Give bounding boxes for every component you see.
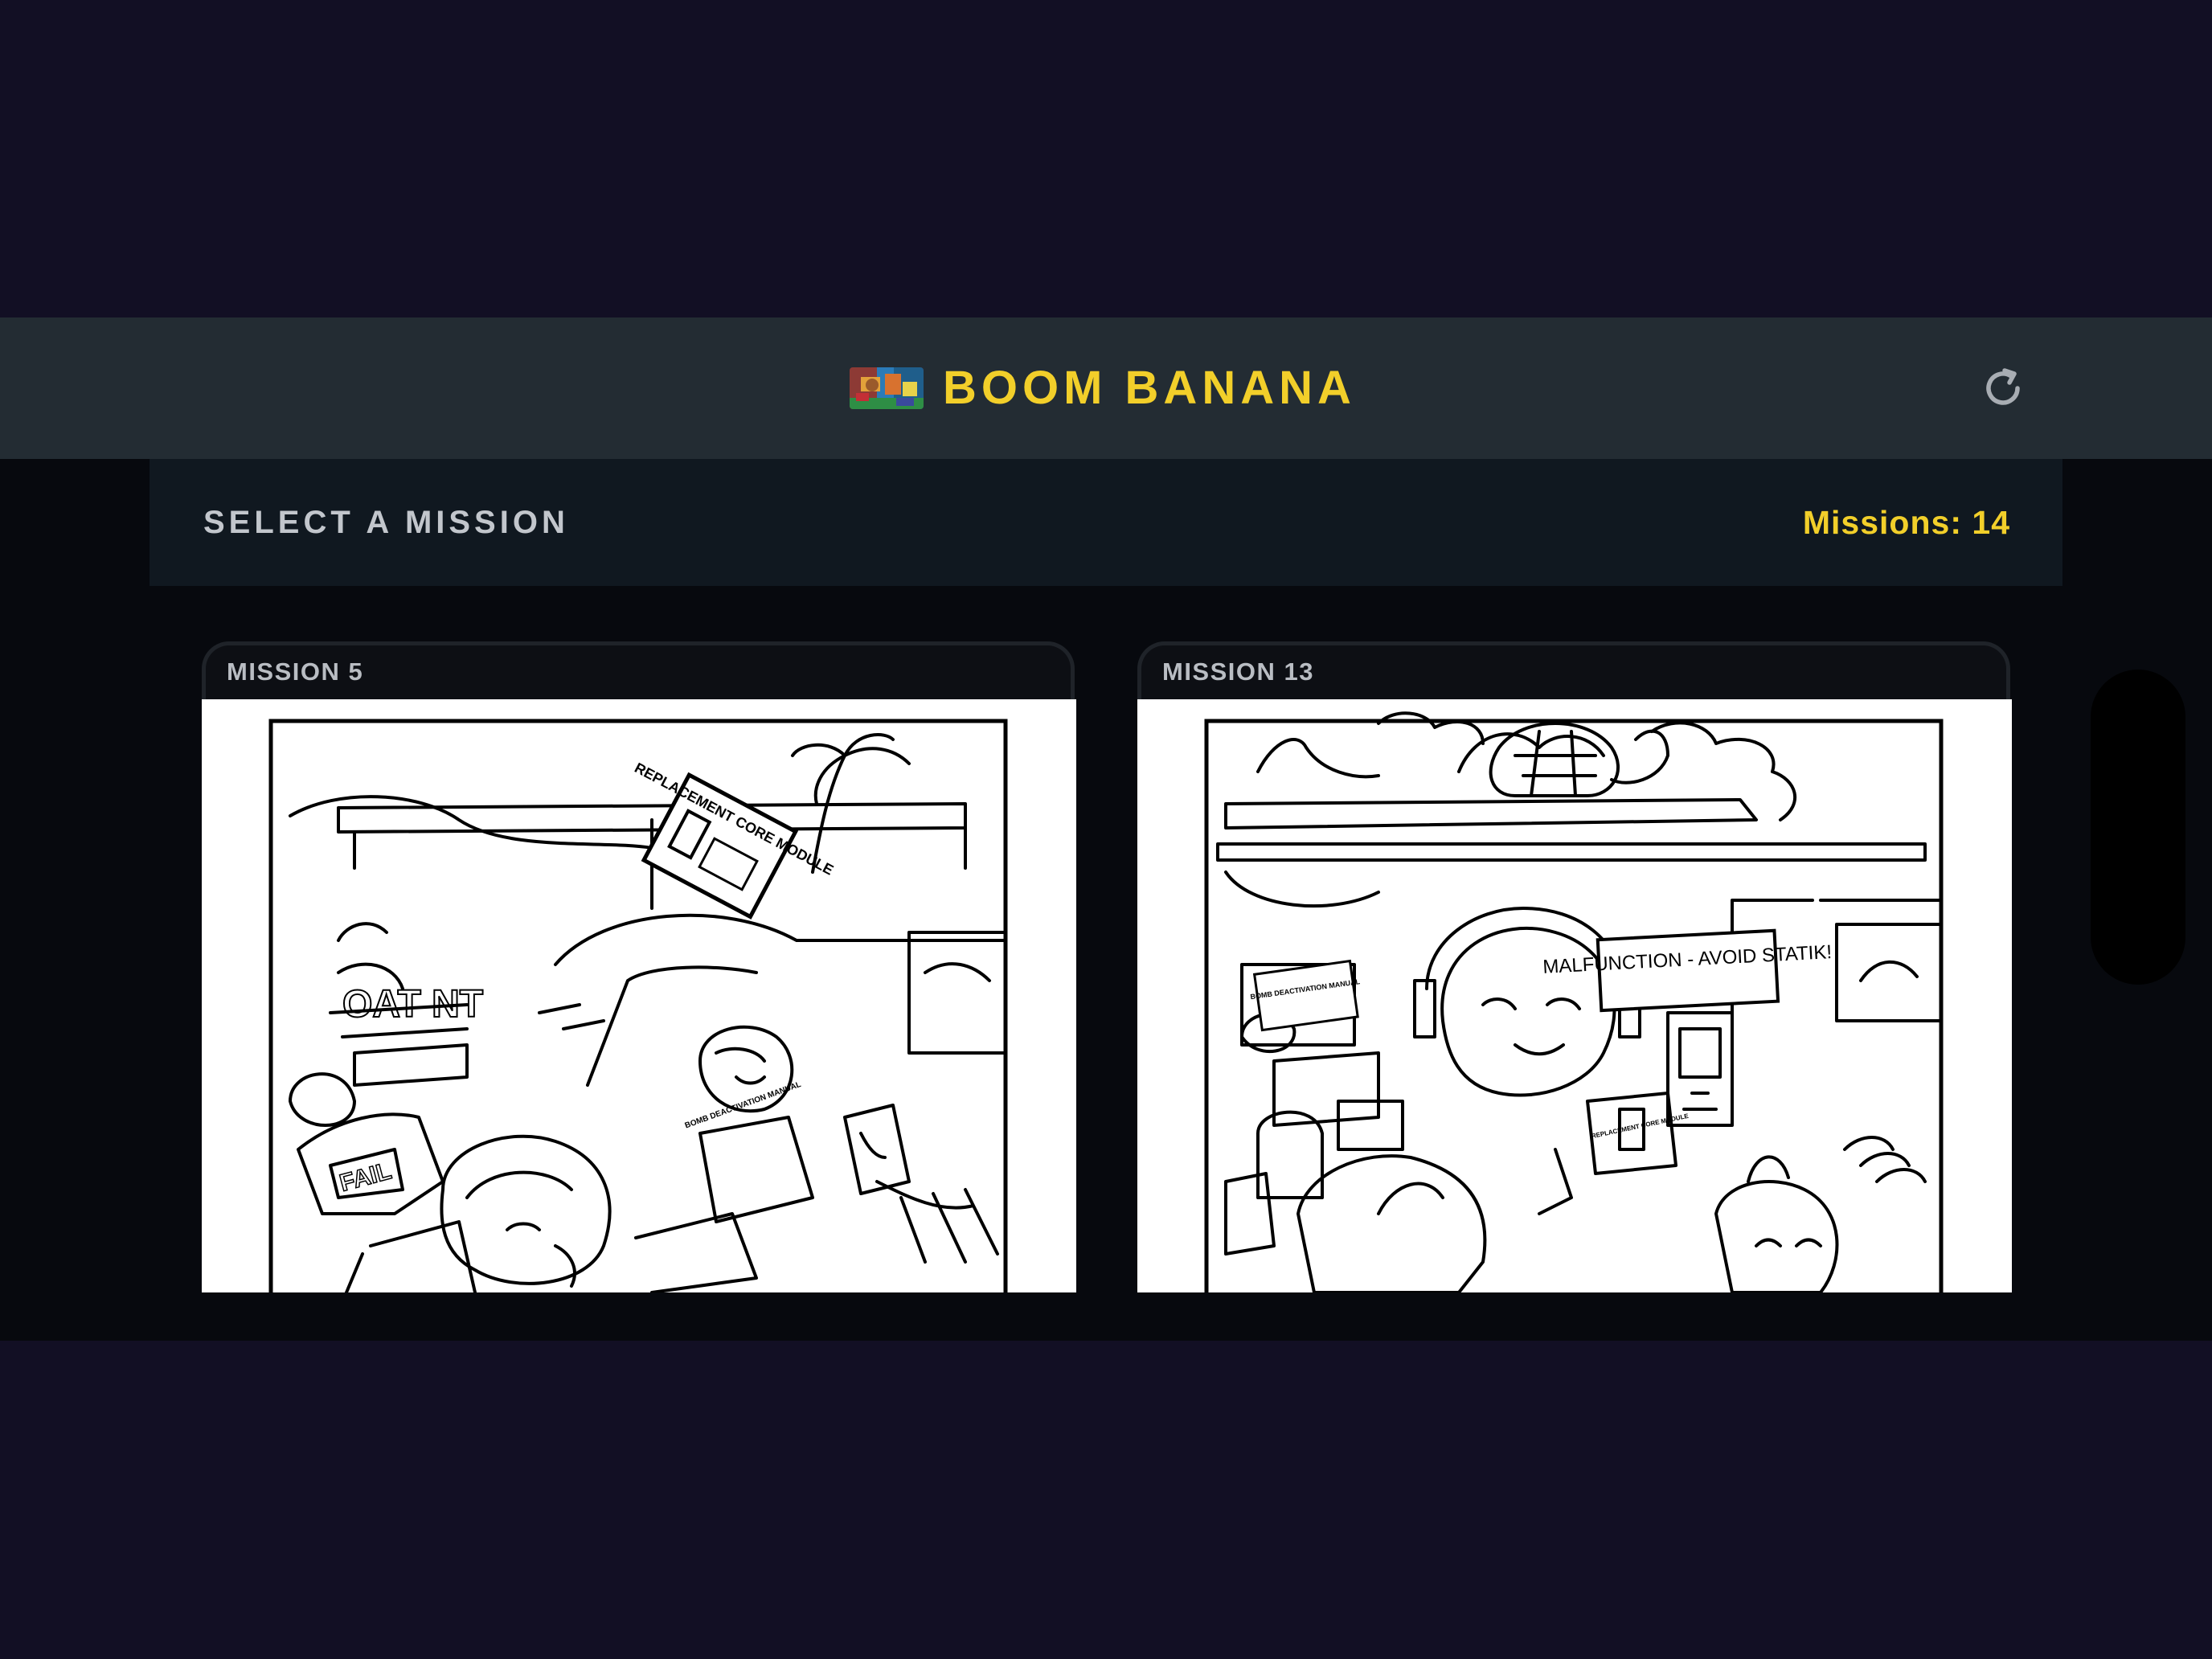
mission-count: Missions: 14 <box>1803 504 2010 541</box>
app-header: BOOM BANANA <box>0 317 2212 459</box>
mission-card-13[interactable]: MISSION 13 MALFUNCTION - AVOID STATIK! B… <box>1137 641 2012 1292</box>
mission-toolbar: SELECT A MISSION Missions: 14 <box>150 459 2062 586</box>
mission-label: MISSION 5 <box>227 657 364 686</box>
mission-card-header: MISSION 13 <box>1137 641 2010 699</box>
mission-label: MISSION 13 <box>1162 657 1314 686</box>
refresh-button[interactable] <box>1979 364 2027 412</box>
mission-card-5[interactable]: MISSION 5 REPLACEMENT CORE MODULE OAT NT… <box>202 641 1076 1292</box>
refresh-icon <box>1986 368 2020 405</box>
select-mission-label: SELECT A MISSION <box>203 505 569 540</box>
app-title: BOOM BANANA <box>943 362 1356 414</box>
mission-count-label: Missions: <box>1802 504 1962 541</box>
scroll-handle[interactable] <box>2091 670 2185 985</box>
mission-5-illustration: REPLACEMENT CORE MODULE OAT NT FAIL BOMB… <box>202 699 1076 1292</box>
mission-13-illustration: MALFUNCTION - AVOID STATIK! BOMB DEACTIV… <box>1137 699 2012 1292</box>
mission-count-value: 14 <box>1972 504 2010 541</box>
svg-text:OAT NT: OAT NT <box>342 983 483 1026</box>
boom-banana-logo-icon <box>850 367 924 409</box>
mission-card-header: MISSION 5 <box>202 641 1075 699</box>
brand: BOOM BANANA <box>850 362 1356 414</box>
mission-select-screen: BOOM BANANA SELECT A MISSION Missions: 1… <box>0 317 2212 1341</box>
